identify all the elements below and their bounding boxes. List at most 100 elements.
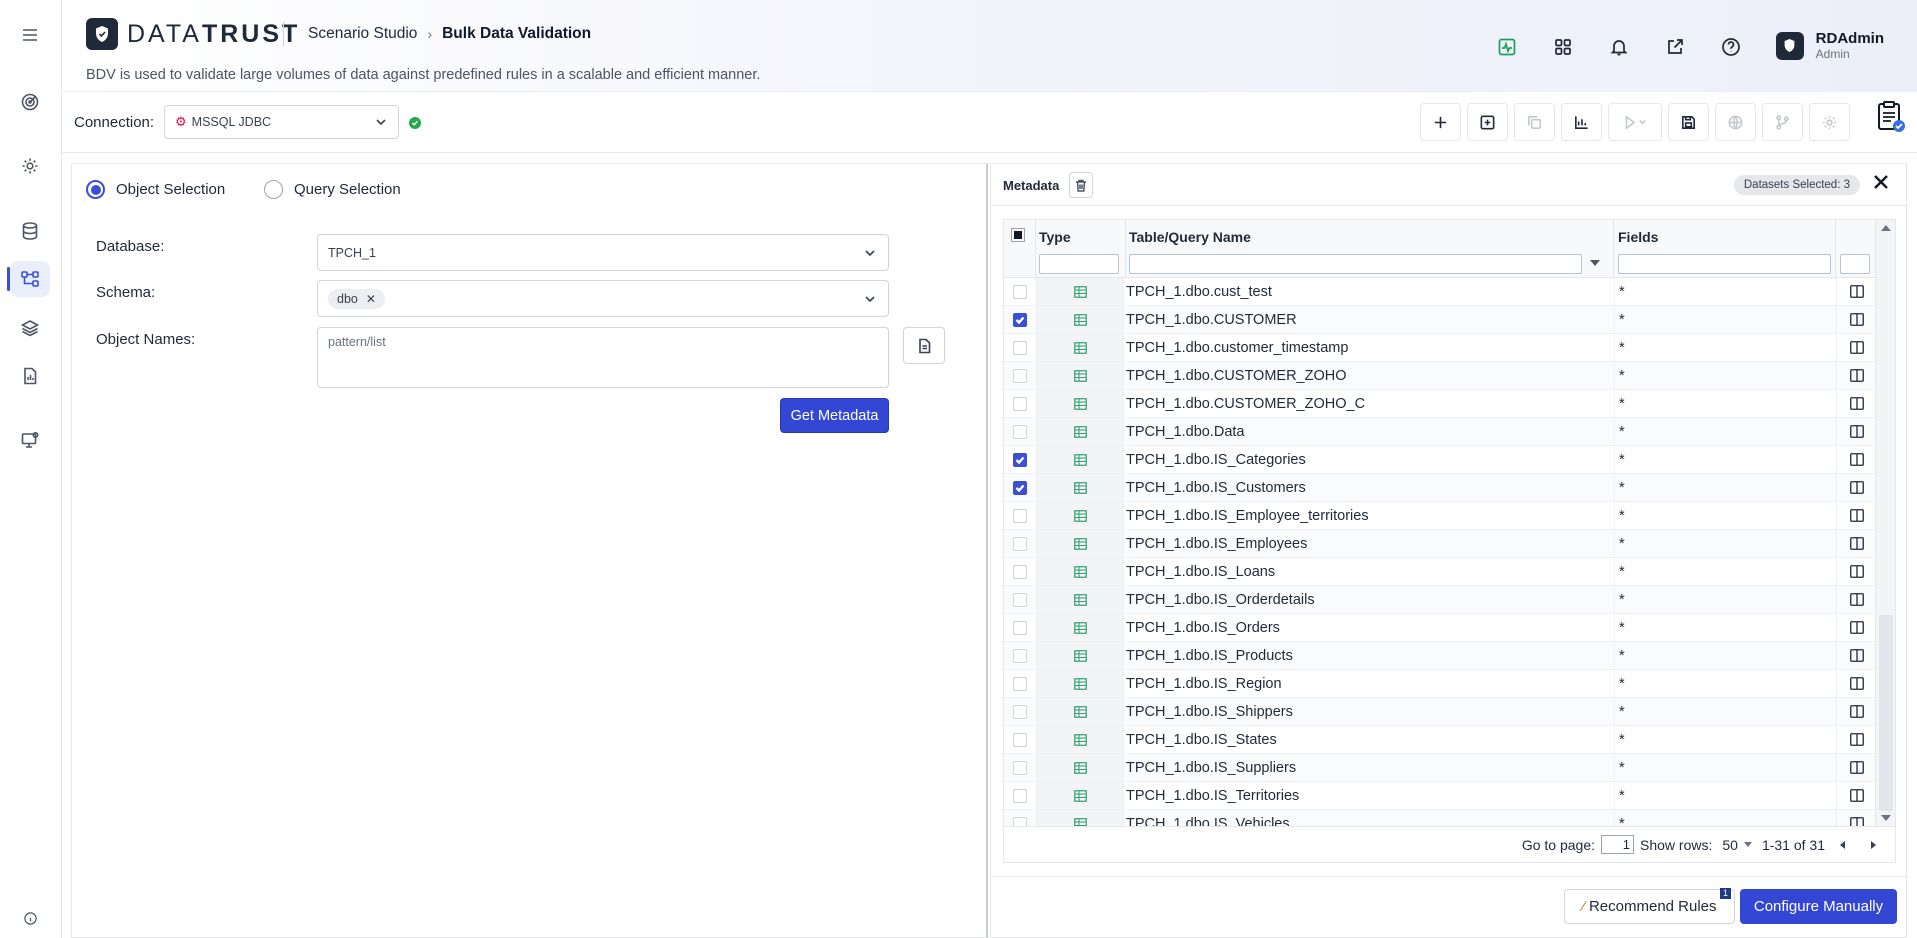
columns-icon[interactable] xyxy=(1849,621,1864,634)
row-checkbox[interactable] xyxy=(1013,676,1027,691)
object-names-field[interactable] xyxy=(317,327,889,388)
add-button[interactable] xyxy=(1420,103,1461,141)
schema-select[interactable]: dbo ✕ xyxy=(317,280,889,317)
table-row[interactable]: TPCH_1.dbo.IS_Orderdetails * xyxy=(1004,586,1876,614)
table-row[interactable]: TPCH_1.dbo.CUSTOMER_ZOHO_C * xyxy=(1004,390,1876,418)
row-checkbox[interactable] xyxy=(1013,816,1027,826)
row-checkbox[interactable] xyxy=(1013,424,1027,439)
row-checkbox[interactable] xyxy=(1013,396,1027,411)
columns-icon[interactable] xyxy=(1849,285,1864,298)
database-select[interactable]: TPCH_1 xyxy=(317,234,889,271)
globe-button[interactable] xyxy=(1715,103,1756,141)
chart-button[interactable] xyxy=(1561,103,1602,141)
gear-button[interactable] xyxy=(1809,103,1850,141)
table-row[interactable]: TPCH_1.dbo.IS_Territories * xyxy=(1004,782,1876,810)
info-icon[interactable] xyxy=(10,906,50,930)
recommend-rules-button[interactable]: ⁄ Recommend Rules 1 xyxy=(1564,888,1735,924)
breadcrumb-parent[interactable]: Scenario Studio xyxy=(308,25,417,43)
get-metadata-button[interactable]: Get Metadata xyxy=(780,398,889,433)
save-button[interactable] xyxy=(1668,103,1709,141)
report-icon[interactable] xyxy=(10,358,50,394)
activity-icon[interactable] xyxy=(1492,34,1521,60)
object-names-input[interactable] xyxy=(318,328,888,387)
table-row[interactable]: TPCH_1.dbo.customer_timestamp * xyxy=(1004,334,1876,362)
logo[interactable]: DATATRUST xyxy=(86,18,300,50)
table-row[interactable]: TPCH_1.dbo.IS_Categories * xyxy=(1004,446,1876,474)
row-checkbox[interactable] xyxy=(1013,480,1027,495)
rows-per-page-select[interactable]: 50 xyxy=(1722,837,1752,853)
columns-icon[interactable] xyxy=(1849,481,1864,494)
row-checkbox[interactable] xyxy=(1013,648,1027,663)
table-row[interactable]: TPCH_1.dbo.IS_Vehicles * xyxy=(1004,810,1876,827)
table-row[interactable]: TPCH_1.dbo.CUSTOMER_ZOHO * xyxy=(1004,362,1876,390)
layers-icon[interactable] xyxy=(10,310,50,346)
row-checkbox[interactable] xyxy=(1013,732,1027,747)
help-icon[interactable] xyxy=(1716,34,1745,60)
table-row[interactable]: TPCH_1.dbo.IS_Customers * xyxy=(1004,474,1876,502)
apps-grid-icon[interactable] xyxy=(1548,34,1577,60)
columns-icon[interactable] xyxy=(1849,369,1864,382)
scroll-thumb[interactable] xyxy=(1879,615,1893,811)
table-row[interactable]: TPCH_1.dbo.IS_Products * xyxy=(1004,642,1876,670)
remove-chip-icon[interactable]: ✕ xyxy=(366,292,376,306)
columns-icon[interactable] xyxy=(1849,733,1864,746)
menu-icon[interactable] xyxy=(10,17,50,53)
row-checkbox[interactable] xyxy=(1013,760,1027,775)
prev-page-button[interactable] xyxy=(1831,835,1855,855)
clear-metadata-button[interactable] xyxy=(1069,172,1093,198)
query-selection-radio[interactable]: Query Selection xyxy=(264,180,401,199)
validation-report-icon[interactable] xyxy=(1875,101,1907,135)
row-checkbox[interactable] xyxy=(1013,564,1027,579)
filter-dropdown-icon[interactable] xyxy=(1590,260,1600,266)
actions-filter-input[interactable] xyxy=(1840,254,1870,274)
select-all-checkbox[interactable] xyxy=(1011,228,1025,242)
table-row[interactable]: TPCH_1.dbo.IS_Suppliers * xyxy=(1004,754,1876,782)
table-row[interactable]: TPCH_1.dbo.IS_Loans * xyxy=(1004,558,1876,586)
table-row[interactable]: TPCH_1.dbo.cust_test * xyxy=(1004,278,1876,306)
row-checkbox[interactable] xyxy=(1013,340,1027,355)
copy-button[interactable] xyxy=(1514,103,1555,141)
external-link-icon[interactable] xyxy=(1660,34,1689,60)
name-filter-input[interactable] xyxy=(1129,254,1582,274)
table-row[interactable]: TPCH_1.dbo.Data * xyxy=(1004,418,1876,446)
columns-icon[interactable] xyxy=(1849,817,1864,827)
row-checkbox[interactable] xyxy=(1013,704,1027,719)
columns-icon[interactable] xyxy=(1849,509,1864,522)
table-row[interactable]: TPCH_1.dbo.IS_Employees * xyxy=(1004,530,1876,558)
row-checkbox[interactable] xyxy=(1013,620,1027,635)
close-panel-button[interactable] xyxy=(1872,173,1894,195)
settings-icon[interactable] xyxy=(10,148,50,184)
table-row[interactable]: TPCH_1.dbo.IS_Region * xyxy=(1004,670,1876,698)
user-menu[interactable]: RDAdmin Admin xyxy=(1775,30,1884,61)
branch-button[interactable] xyxy=(1762,103,1803,141)
add-box-button[interactable] xyxy=(1467,103,1508,141)
table-row[interactable]: TPCH_1.dbo.IS_Orders * xyxy=(1004,614,1876,642)
load-file-button[interactable] xyxy=(903,327,945,364)
columns-icon[interactable] xyxy=(1849,677,1864,690)
table-row[interactable]: TPCH_1.dbo.IS_States * xyxy=(1004,726,1876,754)
scroll-down-icon[interactable] xyxy=(1881,815,1891,821)
database-icon[interactable] xyxy=(10,213,50,249)
type-filter-input[interactable] xyxy=(1039,254,1119,274)
columns-icon[interactable] xyxy=(1849,425,1864,438)
scroll-up-icon[interactable] xyxy=(1881,225,1891,231)
columns-icon[interactable] xyxy=(1849,593,1864,606)
table-row[interactable]: TPCH_1.dbo.IS_Employee_territories * xyxy=(1004,502,1876,530)
fields-header[interactable]: Fields xyxy=(1618,229,1658,245)
row-checkbox[interactable] xyxy=(1013,536,1027,551)
object-selection-radio[interactable]: Object Selection xyxy=(86,180,225,199)
row-checkbox[interactable] xyxy=(1013,284,1027,299)
row-checkbox[interactable] xyxy=(1013,508,1027,523)
bell-icon[interactable] xyxy=(1604,34,1633,60)
table-row[interactable]: TPCH_1.dbo.CUSTOMER * xyxy=(1004,306,1876,334)
columns-icon[interactable] xyxy=(1849,313,1864,326)
columns-icon[interactable] xyxy=(1849,789,1864,802)
row-checkbox[interactable] xyxy=(1013,312,1027,327)
fields-filter-input[interactable] xyxy=(1618,254,1831,274)
row-checkbox[interactable] xyxy=(1013,788,1027,803)
columns-icon[interactable] xyxy=(1849,453,1864,466)
grid-scrollbar[interactable] xyxy=(1875,220,1895,826)
row-checkbox[interactable] xyxy=(1013,368,1027,383)
name-header[interactable]: Table/Query Name xyxy=(1129,229,1251,245)
row-checkbox[interactable] xyxy=(1013,452,1027,467)
